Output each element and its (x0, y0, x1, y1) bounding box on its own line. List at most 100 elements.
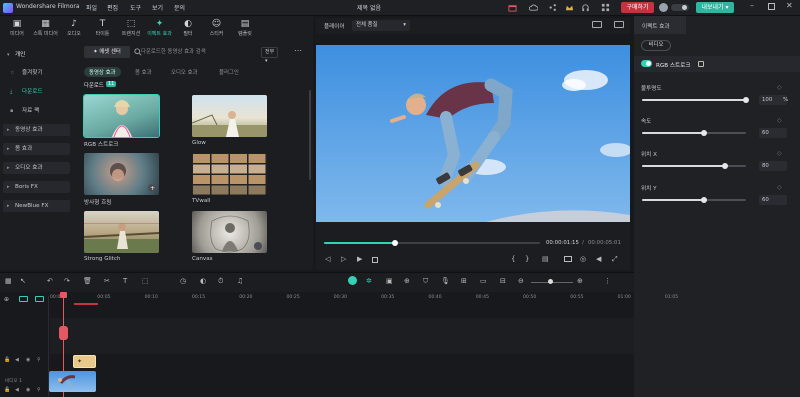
layout-icon[interactable]: ▦ (5, 277, 12, 285)
tool-filter[interactable]: ◐ 필터 (175, 17, 201, 41)
microphone-icon[interactable]: 🎙 (441, 277, 450, 285)
effect-clip[interactable]: ✦ (73, 355, 96, 368)
tab-video-effects[interactable]: 동영상 효과 (84, 67, 121, 77)
asset-center-button[interactable]: ✦ 에셋 센터 (84, 46, 130, 58)
magnet-icon[interactable] (35, 296, 44, 302)
render-icon[interactable]: ▣ (386, 277, 393, 285)
text-icon[interactable]: T (123, 277, 127, 285)
effect-thumb-glow[interactable] (192, 95, 267, 137)
link-track-icon[interactable]: ⚲ (37, 357, 41, 363)
redo-icon[interactable]: ↷ (64, 277, 70, 285)
track-settings-icon[interactable]: ⋮ (604, 277, 611, 285)
grid-icon[interactable] (601, 3, 610, 12)
zoom-out-icon[interactable]: ⊖ (518, 277, 524, 285)
tab-audio-effects[interactable]: 오디오 효과 (171, 68, 198, 76)
sidebar-item-packs[interactable]: ▪ 자료 팩 (3, 105, 70, 117)
quality-dropdown[interactable]: 전체 품질 ▾ (352, 20, 410, 31)
camera-icon[interactable]: ◎ (580, 255, 586, 263)
eye-icon[interactable]: ◉ (26, 387, 30, 393)
sidebar-item-boris-fx[interactable]: ▸ Boris FX (3, 181, 70, 193)
tool-stock-media[interactable]: ▦ 스톡 미디어 (33, 17, 59, 41)
tool-sticker[interactable]: ☺ 스티커 (204, 17, 230, 41)
add-track-icon[interactable]: ⊕ (4, 296, 9, 303)
export-button[interactable]: 내보내기 ▾ (696, 2, 734, 13)
crop-icon[interactable]: ⬚ (142, 277, 149, 285)
maximize-icon[interactable] (768, 3, 775, 10)
copy-icon[interactable] (698, 61, 704, 67)
cloud-icon[interactable] (529, 3, 538, 12)
buy-button[interactable]: 구매하기 (621, 2, 654, 13)
tool-title[interactable]: T 타이틀 (90, 17, 116, 41)
snap-icon[interactable]: ⊞ (461, 277, 467, 285)
effect-thumb-radial-blur[interactable]: + (84, 153, 159, 195)
step-back-icon[interactable]: ▷ (341, 255, 346, 263)
headset-icon[interactable] (581, 3, 590, 12)
ai-icon[interactable]: ✲ (366, 277, 372, 285)
display-icon[interactable] (564, 256, 572, 262)
sidebar-item-favorites[interactable]: ☆ 즐겨찾기 (3, 67, 70, 79)
crown-icon[interactable] (565, 3, 574, 12)
mute-icon[interactable]: ◀ (15, 357, 19, 363)
tool-media[interactable]: ▣ 미디어 (4, 17, 30, 41)
keyframe-icon[interactable]: ◇ (777, 184, 782, 191)
eye-icon[interactable]: ◉ (26, 357, 30, 363)
expand-icon[interactable]: ⤢ (612, 255, 618, 264)
menu-help[interactable]: 문의 (174, 3, 185, 12)
video-clip[interactable] (49, 371, 96, 392)
undo-icon[interactable]: ↶ (47, 277, 53, 285)
sidebar-item-body-effects[interactable]: ▸ 몸 효과 (3, 143, 70, 155)
delete-icon[interactable]: 🗑 (83, 277, 92, 285)
effect-thumb-rgb-stroke[interactable] (83, 94, 160, 138)
effect-thumb-canvas[interactable] (192, 211, 267, 253)
audio-edit-icon[interactable]: ♫ (237, 277, 243, 285)
keyframe-icon[interactable]: ◇ (777, 84, 782, 91)
tab-plugins[interactable]: 플러그인 (219, 68, 239, 76)
select-icon[interactable]: ↖ (20, 277, 26, 285)
work-area[interactable] (74, 303, 98, 305)
lock-icon[interactable]: 🔓 (4, 387, 10, 393)
param-value-input[interactable]: 60 (759, 195, 787, 205)
menu-tools[interactable]: 도구 (130, 3, 141, 12)
play-icon[interactable]: ▶ (357, 255, 362, 263)
cut-icon[interactable]: ✂ (104, 277, 110, 285)
keyframe-icon[interactable]: ◇ (777, 117, 782, 124)
search-input[interactable]: 다운로드한 동영상 효과 검색 (141, 47, 257, 58)
tool-template[interactable]: ▤ 템플릿 (232, 17, 258, 41)
auto-ripple-icon[interactable] (348, 276, 357, 285)
keyframe-icon[interactable]: ◇ (777, 150, 782, 157)
menu-edit[interactable]: 편집 (107, 3, 118, 12)
effect-enable-toggle[interactable] (641, 60, 652, 67)
param-slider-knob[interactable] (743, 97, 749, 103)
playback-scrubber[interactable] (324, 240, 540, 246)
sidebar-item-download[interactable]: ⤓ 다운로드 (3, 86, 70, 98)
tool-transition[interactable]: ⬚ 트랜지션 (118, 17, 144, 41)
fullscreen-icon[interactable] (614, 21, 624, 28)
video-preview[interactable] (316, 45, 630, 222)
zoom-knob[interactable] (548, 279, 553, 284)
prev-frame-icon[interactable]: ◁ (325, 255, 330, 263)
param-value-input[interactable]: 80 (759, 161, 787, 171)
volume-icon[interactable]: ◀ (596, 255, 601, 263)
effect-thumb-strong-glitch[interactable] (84, 211, 159, 253)
sidebar-item-newblue-fx[interactable]: ▸ NewBlue FX (3, 200, 70, 212)
color-icon[interactable]: ◐ (200, 277, 206, 285)
share-icon[interactable] (548, 3, 557, 12)
gift-icon[interactable] (508, 3, 517, 12)
tool-audio[interactable]: ♪ 오디오 (61, 17, 87, 41)
filter-dropdown[interactable]: 전부 ▾ (261, 47, 278, 64)
sidebar-item-personal[interactable]: ▾ 개인 (3, 49, 70, 61)
shield-icon[interactable]: ⛉ (423, 277, 428, 286)
speed-icon[interactable]: ◷ (180, 277, 186, 285)
sidebar-item-audio-effects[interactable]: ▸ 오디오 효과 (3, 162, 70, 174)
zoom-in-icon[interactable]: ⊕ (577, 277, 583, 285)
playhead-marker[interactable] (59, 326, 68, 340)
browser-scrollbar[interactable] (309, 90, 311, 180)
sidebar-item-video-effects[interactable]: ▸ 동영상 효과 (3, 124, 70, 136)
mark-out-icon[interactable]: } (525, 255, 529, 263)
link-track-icon[interactable]: ⚲ (37, 387, 41, 393)
lock-icon[interactable]: 🔓 (4, 357, 10, 363)
tool-effects[interactable]: ✦ 이펙트 효과 (147, 17, 173, 41)
close-icon[interactable]: ✕ (786, 1, 793, 10)
avatar[interactable] (659, 3, 668, 12)
theme-toggle[interactable] (671, 4, 689, 11)
